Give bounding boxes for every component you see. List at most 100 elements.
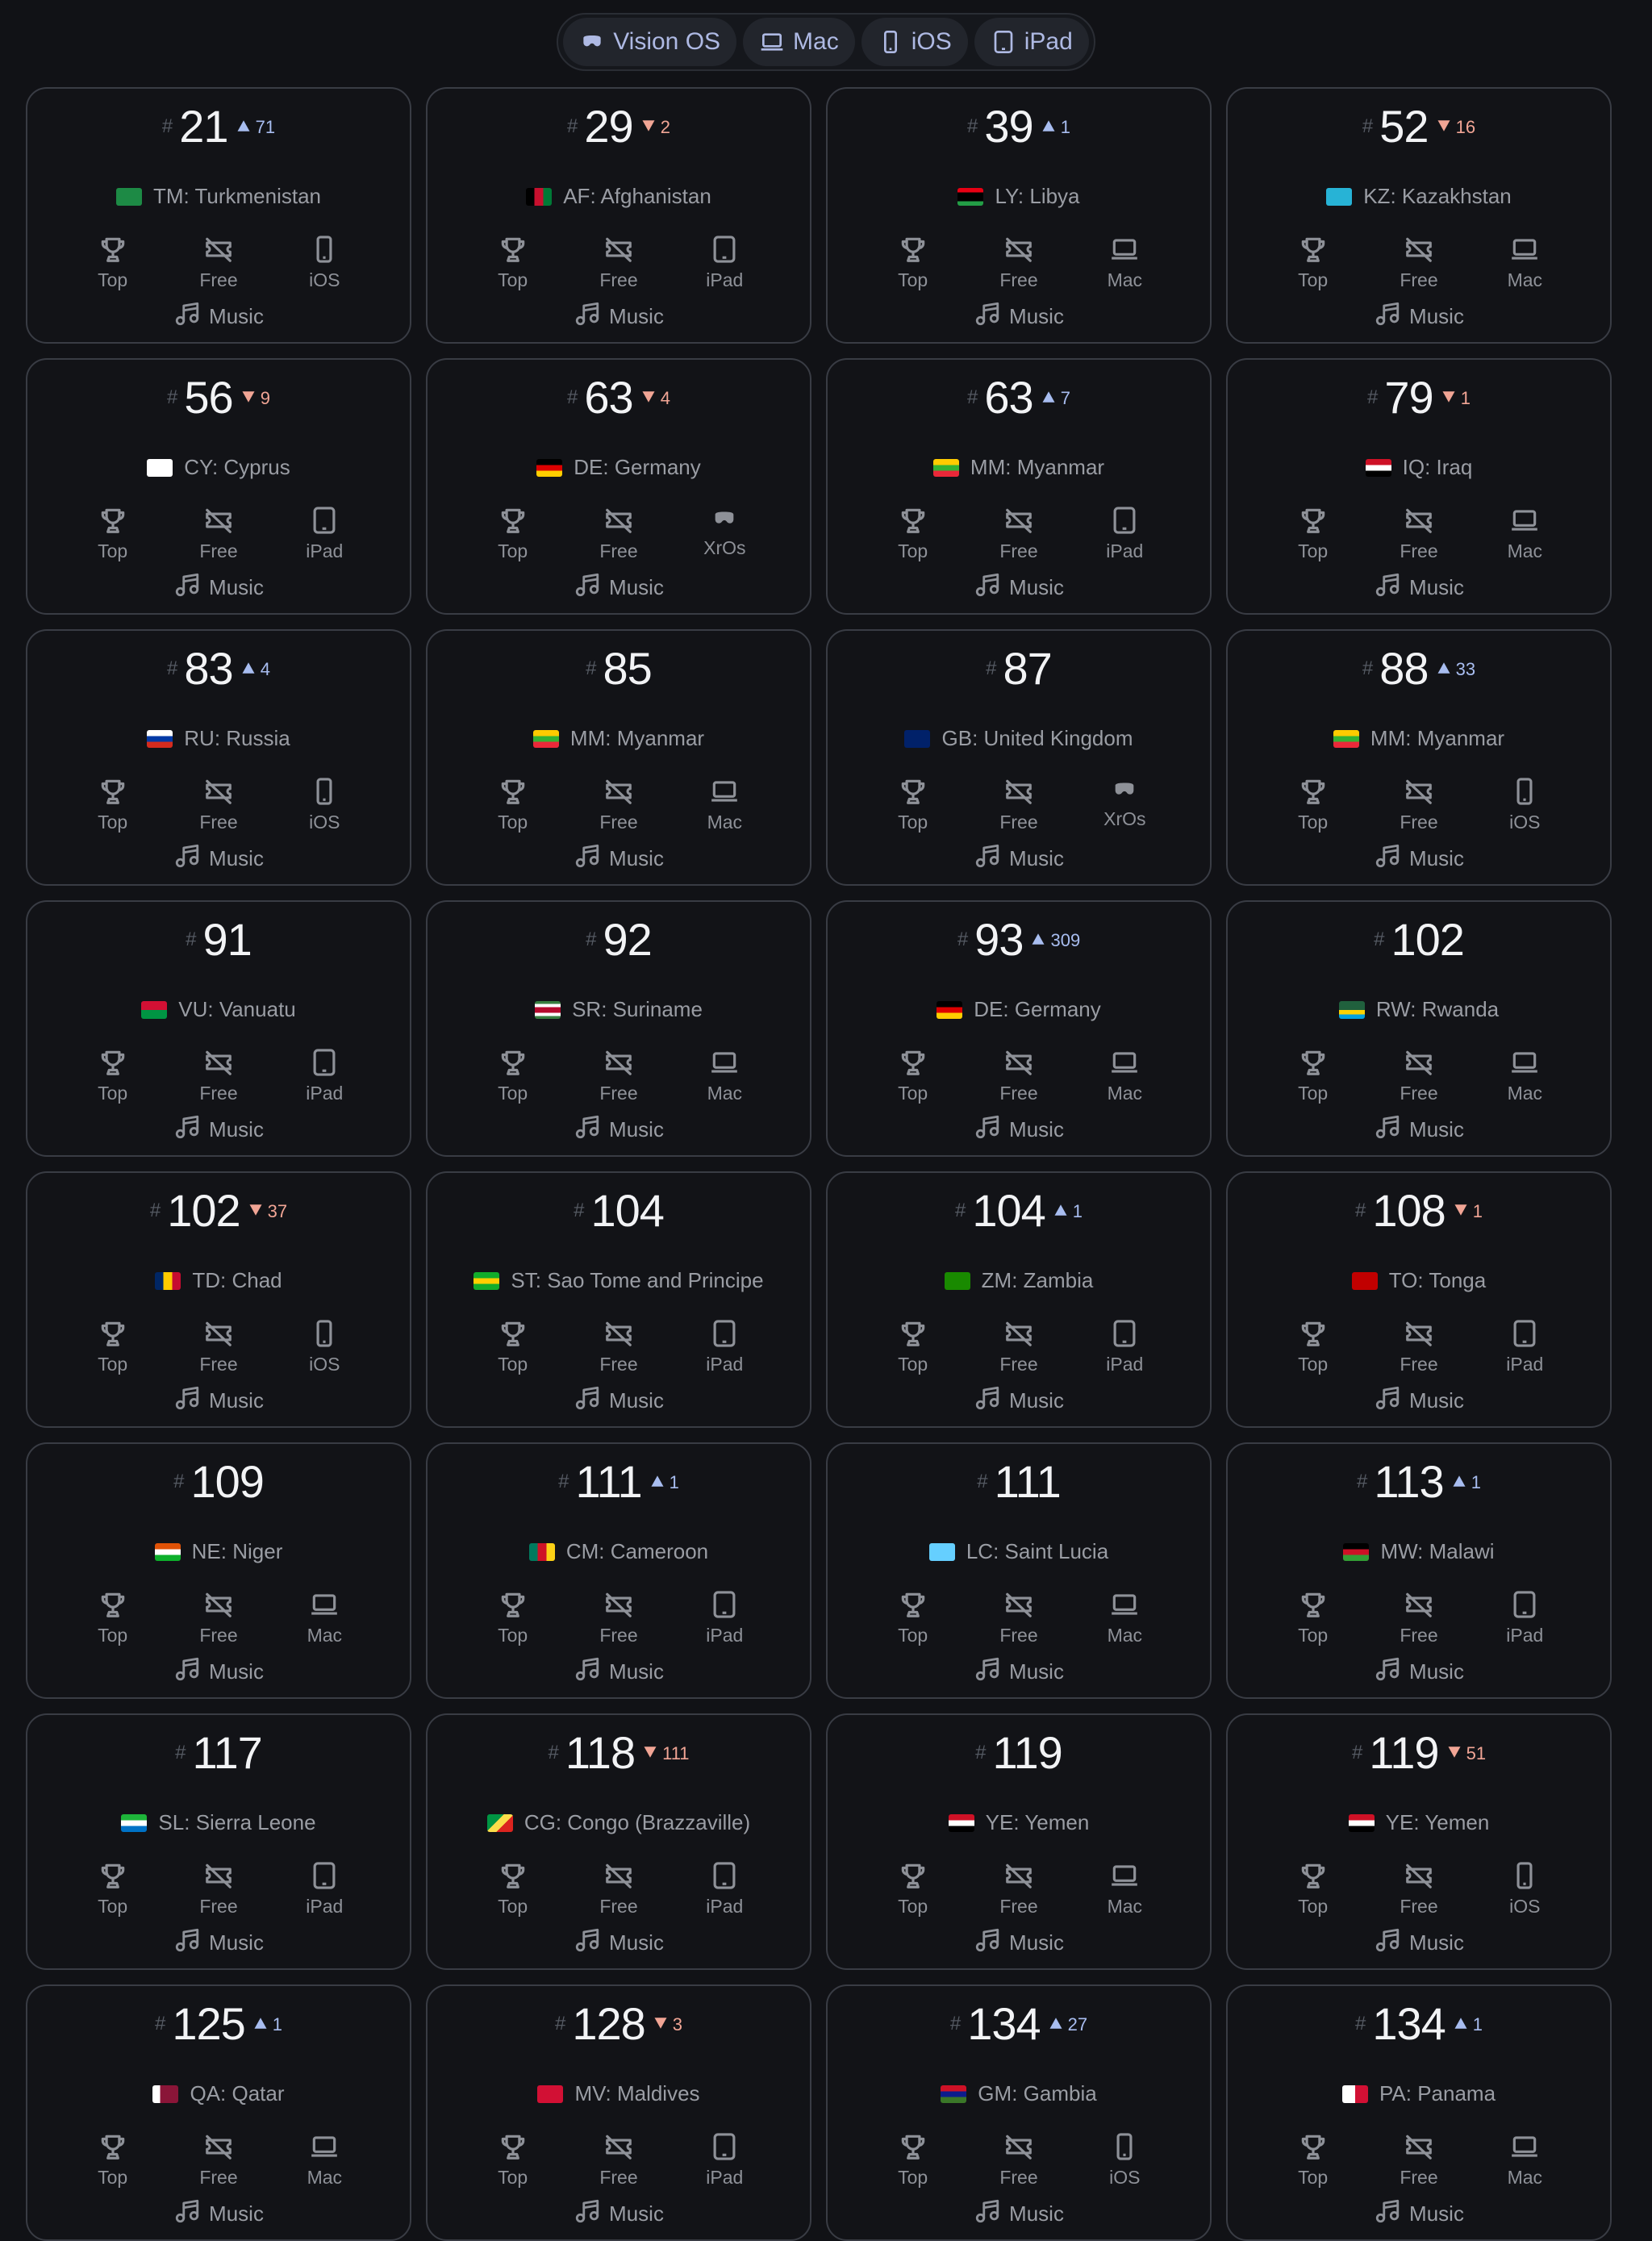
country-label: MM: Myanmar: [428, 726, 810, 751]
tab-ipad[interactable]: iPad: [974, 18, 1089, 66]
ranking-card[interactable]: # 21 71 TM: Turkmenistan Top Free iOS Mu…: [26, 87, 411, 344]
platform-label: XrOs: [1103, 808, 1146, 829]
price-type-free: Free: [1379, 234, 1459, 291]
platform: iPad: [684, 1589, 765, 1646]
chart-type-label: Top: [898, 2167, 928, 2188]
ranking-card[interactable]: # 63 4 DE: Germany Top Free XrOs Music: [426, 358, 811, 615]
trophy-icon: [1298, 776, 1329, 807]
no-dollar-ticket-icon: [603, 776, 634, 807]
ranking-card[interactable]: # 104 ST: Sao Tome and Principe Top Free…: [426, 1171, 811, 1428]
ranking-card[interactable]: # 113 1 MW: Malawi Top Free iPad Music: [1226, 1442, 1612, 1699]
music-note-icon: [173, 1384, 201, 1417]
genre-label: Music: [428, 1384, 810, 1417]
genre-label: Music: [1228, 842, 1610, 875]
genre-label: Music: [828, 842, 1210, 875]
ranking-card[interactable]: # 39 1 LY: Libya Top Free Mac Music: [826, 87, 1212, 344]
music-note-icon: [173, 571, 201, 604]
genre-name: Music: [1009, 575, 1064, 599]
rank-number: 52: [1379, 100, 1429, 152]
country-label: IQ: Iraq: [1228, 455, 1610, 480]
country-name: Rwanda: [1421, 997, 1500, 1021]
ranking-card[interactable]: # 119 YE: Yemen Top Free Mac Music: [826, 1713, 1212, 1970]
hash-symbol: #: [554, 2013, 566, 2034]
rank-change: 1: [1452, 1472, 1481, 1493]
hash-symbol: #: [1357, 1471, 1368, 1492]
chart-type-top: Top: [1273, 1318, 1354, 1375]
rank-line: # 79 1: [1228, 371, 1610, 423]
ranking-card[interactable]: # 108 1 TO: Tonga Top Free iPad Music: [1226, 1171, 1612, 1428]
triangle-down-icon: [643, 1743, 662, 1764]
ranking-card[interactable]: # 52 16 KZ: Kazakhstan Top Free Mac Musi…: [1226, 87, 1612, 344]
genre-label: Music: [428, 1926, 810, 1959]
platform-label: Mac: [1107, 1625, 1143, 1646]
ranking-card[interactable]: # 109 NE: Niger Top Free Mac Music: [26, 1442, 411, 1699]
ranking-card[interactable]: # 29 2 AF: Afghanistan Top Free iPad Mus…: [426, 87, 811, 344]
flag-icon: [932, 458, 959, 477]
hash-symbol: #: [975, 1742, 987, 1763]
no-dollar-ticket-icon: [1003, 776, 1034, 807]
genre-label: Music: [27, 1113, 410, 1146]
platform: iPad: [284, 1860, 365, 1918]
chart-meta: Top Free Mac: [828, 1589, 1210, 1646]
ranking-card[interactable]: # 118 111 CG: Congo (Brazzaville) Top Fr…: [426, 1713, 811, 1970]
triangle-down-icon: [1437, 117, 1456, 138]
price-type-label: Free: [1400, 1354, 1438, 1375]
ranking-card[interactable]: # 102 37 TD: Chad Top Free iOS Music: [26, 1171, 411, 1428]
chart-meta: Top Free iPad: [428, 1318, 810, 1375]
triangle-up-icon: [650, 1472, 670, 1493]
genre-name: Music: [209, 1930, 264, 1955]
tab-vision-os[interactable]: Vision OS: [563, 18, 737, 66]
rank-line: # 113 1: [1228, 1455, 1610, 1507]
ranking-card[interactable]: # 119 51 YE: Yemen Top Free iOS Music: [1226, 1713, 1612, 1970]
flag-icon: [535, 1000, 561, 1019]
tab-mac[interactable]: Mac: [743, 18, 855, 66]
no-dollar-ticket-icon: [603, 1860, 634, 1891]
platform-label: iOS: [1509, 812, 1541, 833]
no-dollar-ticket-icon: [603, 2131, 634, 2162]
chart-meta: Top Free Mac: [828, 234, 1210, 291]
genre-name: Music: [1009, 2201, 1064, 2226]
ranking-card[interactable]: # 134 1 PA: Panama Top Free Mac Music: [1226, 1984, 1612, 2241]
rank-line: # 118 111: [428, 1726, 810, 1778]
ranking-card[interactable]: # 88 33 MM: Myanmar Top Free iOS Music: [1226, 629, 1612, 886]
ranking-card[interactable]: # 93 309 DE: Germany Top Free Mac Music: [826, 900, 1212, 1157]
country-code: IQ: [1402, 455, 1425, 479]
tab-ios[interactable]: iOS: [861, 18, 968, 66]
chart-type-label: Top: [898, 540, 928, 561]
ranking-card[interactable]: # 117 SL: Sierra Leone Top Free iPad Mus…: [26, 1713, 411, 1970]
flag-icon: [147, 729, 173, 748]
platform-label: iPad: [706, 2167, 744, 2188]
ranking-card[interactable]: # 104 1 ZM: Zambia Top Free iPad Music: [826, 1171, 1212, 1428]
ranking-card[interactable]: # 56 9 CY: Cyprus Top Free iPad Music: [26, 358, 411, 615]
ranking-card[interactable]: # 128 3 MV: Maldives Top Free iPad Music: [426, 1984, 811, 2241]
platform-label: Mac: [707, 1083, 743, 1104]
rank-number: 109: [190, 1455, 264, 1507]
ranking-card[interactable]: # 91 VU: Vanuatu Top Free iPad Music: [26, 900, 411, 1157]
price-type-free: Free: [978, 2131, 1059, 2189]
trophy-icon: [498, 234, 528, 265]
ranking-card[interactable]: # 111 LC: Saint Lucia Top Free Mac Music: [826, 1442, 1212, 1699]
platform: iPad: [684, 2131, 765, 2189]
hash-symbol: #: [149, 1200, 161, 1221]
country-name: Myanmar: [1016, 455, 1105, 479]
price-type-free: Free: [1379, 1860, 1459, 1918]
ranking-card[interactable]: # 111 1 CM: Cameroon Top Free iPad Music: [426, 1442, 811, 1699]
ranking-card[interactable]: # 125 1 QA: Qatar Top Free Mac Music: [26, 1984, 411, 2241]
ranking-card[interactable]: # 92 SR: Suriname Top Free Mac Music: [426, 900, 811, 1157]
music-note-icon: [974, 842, 1001, 875]
ranking-card[interactable]: # 134 27 GM: Gambia Top Free iOS Music: [826, 1984, 1212, 2241]
chart-meta: Top Free Mac: [27, 2131, 410, 2189]
genre-name: Music: [209, 304, 264, 328]
country-label: SR: Suriname: [428, 997, 810, 1022]
ranking-card[interactable]: # 83 4 RU: Russia Top Free iOS Music: [26, 629, 411, 886]
ranking-card[interactable]: # 102 RW: Rwanda Top Free Mac Music: [1226, 900, 1612, 1157]
ranking-card[interactable]: # 63 7 MM: Myanmar Top Free iPad Music: [826, 358, 1212, 615]
ranking-card[interactable]: # 87 GB: United Kingdom Top Free XrOs Mu…: [826, 629, 1212, 886]
price-type-label: Free: [199, 812, 238, 833]
platform: Mac: [1484, 505, 1565, 562]
country-code: AF: [563, 184, 590, 208]
ranking-card[interactable]: # 79 1 IQ: Iraq Top Free Mac Music: [1226, 358, 1612, 615]
ranking-card[interactable]: # 85 MM: Myanmar Top Free Mac Music: [426, 629, 811, 886]
tab-label: iOS: [911, 28, 952, 55]
platform-label: iOS: [309, 1354, 340, 1375]
